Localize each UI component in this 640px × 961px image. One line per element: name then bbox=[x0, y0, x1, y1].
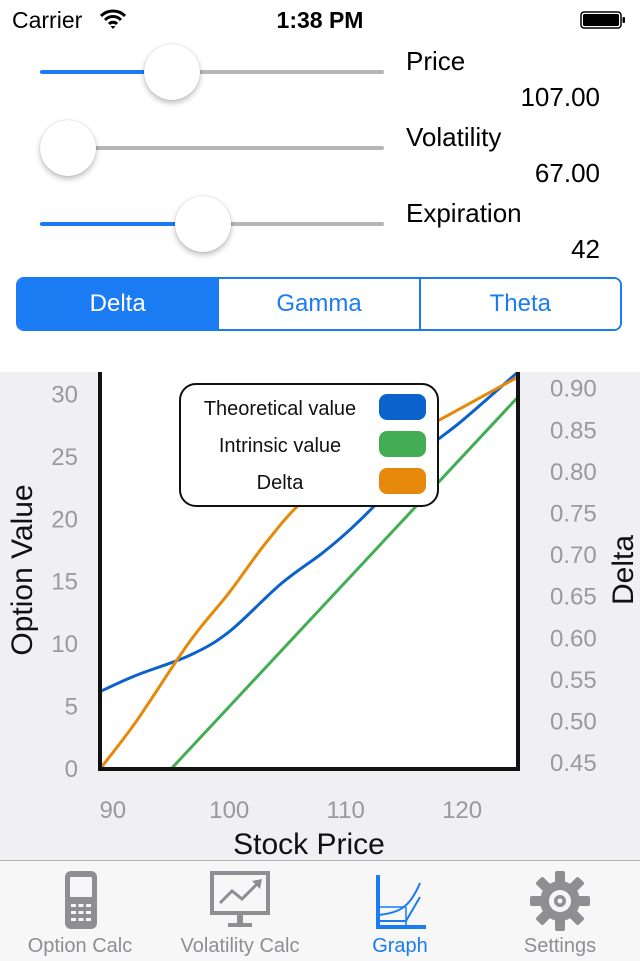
segment-delta[interactable]: Delta bbox=[18, 279, 218, 329]
y-tick-label: 0 bbox=[65, 756, 78, 783]
x-tick-label: 90 bbox=[99, 797, 126, 824]
x-tick-label: 100 bbox=[209, 797, 249, 824]
segment-gamma[interactable]: Gamma bbox=[217, 279, 419, 329]
y2-tick-label: 0.55 bbox=[550, 667, 597, 694]
expiration-slider-row: Expiration 42 bbox=[0, 192, 640, 268]
tab-settings[interactable]: Settings bbox=[480, 861, 640, 961]
y2-tick-label: 0.65 bbox=[550, 584, 597, 611]
tab-volatility-calc[interactable]: Volatility Calc bbox=[160, 861, 320, 961]
legend-swatch-theoretical bbox=[379, 394, 426, 420]
chart-svg: 90 100 110 120 0 5 10 15 20 25 30 0.45 0.50 0.55 0.6… bbox=[6, 372, 640, 860]
tab-label: Volatility Calc bbox=[180, 935, 300, 957]
chart-legend: Theoretical value Intrinsic value Delta bbox=[179, 383, 439, 507]
expiration-label: Expiration bbox=[406, 198, 522, 228]
tab-bar: Option Calc Volatility Calc Graph Settin… bbox=[0, 860, 640, 961]
y-tick-label: 15 bbox=[51, 569, 78, 596]
y2-tick-label: 0.70 bbox=[550, 542, 597, 569]
tab-label: Option Calc bbox=[27, 935, 133, 957]
slider-thumb[interactable] bbox=[40, 120, 96, 176]
clock: 1:38 PM bbox=[276, 7, 364, 33]
expiration-value: 42 bbox=[571, 234, 600, 264]
calculator-icon bbox=[65, 871, 97, 929]
y2-tick-label: 0.85 bbox=[550, 417, 597, 444]
segment-theta[interactable]: Theta bbox=[418, 279, 620, 329]
x-tick-labels: 90 100 110 120 bbox=[99, 797, 482, 824]
y2-axis-title: Delta bbox=[607, 535, 640, 605]
graph-icon bbox=[376, 875, 426, 929]
slider-thumb[interactable] bbox=[143, 44, 200, 100]
volatility-slider-row: Volatility 67.00 bbox=[0, 116, 640, 192]
legend-label-theoretical: Theoretical value bbox=[204, 398, 356, 420]
slider-thumb[interactable] bbox=[175, 196, 232, 252]
legend-label-intrinsic: Intrinsic value bbox=[219, 435, 341, 457]
y2-tick-labels: 0.45 0.50 0.55 0.60 0.65 0.70 0.75 0.80 0.85 0.90 bbox=[550, 376, 597, 778]
price-value: 107.00 bbox=[520, 82, 600, 112]
status-bar: Carrier 1:38 PM bbox=[0, 0, 640, 40]
y-tick-label: 20 bbox=[51, 506, 78, 533]
legend-label-delta: Delta bbox=[257, 472, 305, 494]
y2-tick-label: 0.90 bbox=[550, 376, 597, 403]
tab-graph[interactable]: Graph bbox=[320, 861, 480, 961]
y-axis-title: Option Value bbox=[6, 484, 39, 655]
y-tick-label: 10 bbox=[51, 631, 78, 658]
tab-option-calc[interactable]: Option Calc bbox=[0, 861, 160, 961]
gear-icon bbox=[530, 871, 590, 931]
y-tick-labels: 0 5 10 15 20 25 30 bbox=[51, 381, 78, 783]
y-tick-label: 25 bbox=[51, 444, 78, 471]
y-tick-label: 5 bbox=[65, 694, 78, 721]
tab-label: Settings bbox=[523, 935, 597, 957]
volatility-slider[interactable] bbox=[40, 120, 384, 176]
y2-tick-label: 0.75 bbox=[550, 500, 597, 527]
battery-icon bbox=[580, 11, 625, 29]
option-chart: 90 100 110 120 0 5 10 15 20 25 30 0.45 0.50 0.55 0.6… bbox=[0, 372, 640, 860]
greek-segmented-control: Delta Gamma Theta bbox=[16, 277, 622, 331]
y2-tick-label: 0.50 bbox=[550, 709, 597, 736]
y-tick-label: 30 bbox=[51, 381, 78, 408]
x-axis-title: Stock Price bbox=[233, 828, 385, 860]
price-label: Price bbox=[406, 46, 466, 76]
x-tick-label: 110 bbox=[327, 797, 365, 824]
x-tick-label: 120 bbox=[442, 797, 482, 824]
tab-label: Graph bbox=[372, 935, 428, 957]
y2-tick-label: 0.45 bbox=[550, 750, 597, 777]
y2-tick-label: 0.60 bbox=[550, 625, 597, 652]
legend-swatch-delta bbox=[379, 468, 426, 494]
expiration-slider[interactable] bbox=[40, 196, 384, 252]
chart-monitor-icon bbox=[210, 871, 270, 927]
legend-swatch-intrinsic bbox=[379, 431, 426, 457]
price-slider[interactable] bbox=[40, 44, 384, 100]
price-slider-row: Price 107.00 bbox=[0, 40, 640, 116]
volatility-value: 67.00 bbox=[534, 158, 600, 188]
y2-tick-label: 0.80 bbox=[550, 459, 597, 486]
volatility-label: Volatility bbox=[406, 122, 502, 152]
